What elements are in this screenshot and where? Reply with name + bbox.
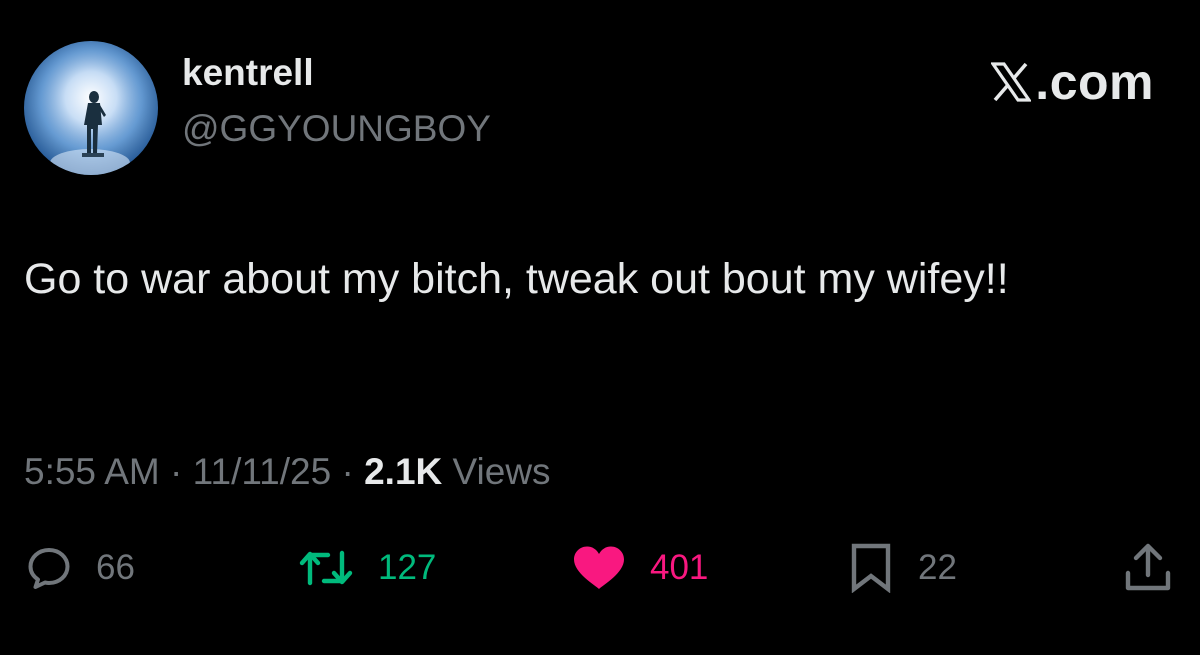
action-bar: 66 127 401 22: [0, 538, 1200, 598]
repost-count: 127: [378, 548, 437, 587]
tweet-text: Go to war about my bitch, tweak out bout…: [24, 255, 1009, 303]
brand-text: .com: [1035, 54, 1154, 110]
reply-count: 66: [96, 548, 135, 587]
meta-separator: ·: [170, 451, 183, 492]
tweet-date[interactable]: 11/11/25: [193, 451, 332, 492]
repost-button[interactable]: 127: [298, 538, 436, 598]
avatar-figure-icon: [24, 41, 158, 175]
meta-separator: ·: [341, 451, 354, 492]
like-button[interactable]: 401: [572, 538, 708, 598]
reply-icon: [28, 548, 70, 589]
views-label: Views: [452, 451, 551, 492]
share-icon: [1125, 543, 1171, 591]
repost-icon: [299, 550, 353, 586]
display-name[interactable]: kentrell: [182, 52, 314, 94]
tweet-card: kentrell @GGYOUNGBOY .com Go to war abou…: [0, 0, 1200, 655]
heart-icon: [574, 546, 624, 589]
like-count: 401: [650, 548, 709, 587]
x-logo-icon: [991, 62, 1032, 102]
bookmark-icon: [851, 543, 891, 593]
avatar[interactable]: [24, 41, 158, 175]
bookmark-button[interactable]: 22: [848, 538, 957, 598]
tweet-time[interactable]: 5:55 AM: [24, 451, 160, 492]
bookmark-count: 22: [918, 548, 957, 587]
reply-button[interactable]: 66: [26, 538, 135, 598]
share-button[interactable]: [1124, 538, 1172, 598]
tweet-meta: 5:55 AM · 11/11/25 · 2.1K Views: [24, 450, 551, 494]
views-count[interactable]: 2.1K: [364, 451, 442, 492]
brand-logo: .com: [991, 56, 1154, 108]
user-handle[interactable]: @GGYOUNGBOY: [182, 108, 491, 150]
